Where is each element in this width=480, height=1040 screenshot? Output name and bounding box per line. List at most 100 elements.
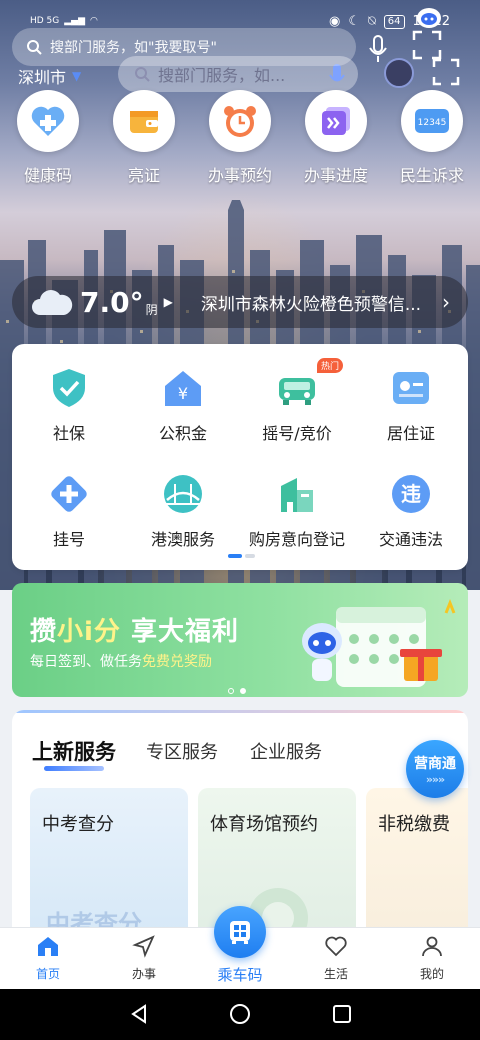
network-indicator: HD 5G [30,16,60,26]
service-label: 摇号/竞价 [262,424,332,443]
search-placeholder: 搜部门服务，如"我要取号" [50,40,217,56]
building-icon [281,478,313,512]
eye-icon: ◉ [328,14,341,29]
weather-alert-text: 深圳市森林火险橙色预警信... [200,294,422,315]
nav-label: 首页 [35,967,60,981]
service-traffic-violation[interactable]: 违 交通违法 [354,472,468,550]
banner-dot-active [240,688,246,694]
quick-label: 亮证 [127,166,160,185]
cloud-icon [32,290,73,315]
status-bar: HD 5G ▂▄▆ ◠ ◉ ☾ ⍉ 64 18:22 [0,0,480,30]
service-car-lottery[interactable]: 热门 摇号/竞价 [240,358,354,444]
assistant-robot-icon[interactable] [414,4,444,30]
service-grid-card: 社保 ¥ 公积金 热门 摇号/竞价 居住证 挂号 港澳服务 购房意向登记 违 交… [12,344,468,570]
quick-appointment[interactable]: 办事预约 [192,90,288,186]
banner-title: 攒小i分 享大福利 [30,617,239,647]
tab-enterprise-services[interactable]: 企业服务 [250,738,322,764]
search-icon [135,67,150,82]
nav-life[interactable]: 生活 [288,934,384,982]
chevron-down-icon: ▼ [72,69,82,83]
moon-icon: ☾ [348,14,360,29]
svg-text:¥: ¥ [178,384,188,403]
quick-label: 民生诉求 [399,166,464,185]
tile-non-tax-payment[interactable]: 非税缴费 [366,788,468,938]
quick-label: 办事进度 [303,166,368,185]
nav-label: 我的 [419,967,444,981]
violation-char: 违 [401,482,421,506]
tile-label: 体育场馆预约 [210,814,318,835]
service-label: 港澳服务 [150,530,215,549]
scan-code-icon[interactable] [412,30,442,60]
banner-pager [228,688,246,694]
send-icon [132,935,155,958]
business-service-badge[interactable]: 营商通 »»» [406,740,464,798]
signal-icon: ▂▄▆ [64,16,86,26]
tab-zone-services[interactable]: 专区服务 [146,738,218,764]
pager-dot-active [228,554,242,558]
voice-search-icon[interactable] [368,34,388,64]
home-icon [38,937,58,956]
tab-new-services[interactable]: 上新服务 [32,736,116,766]
nav-home[interactable]: 首页 [0,934,96,982]
clock-bear-icon [224,106,256,137]
scan-icon[interactable] [432,58,460,86]
calendar-mascot-illustration [302,598,456,687]
quick-progress[interactable]: 办事进度 [288,90,384,186]
ride-code-button[interactable] [214,906,266,958]
nav-mine[interactable]: 我的 [384,934,480,982]
bus-qr-icon [230,921,250,944]
recents-icon[interactable] [331,1003,353,1025]
pager-dot [245,554,255,558]
system-nav-bar [0,989,480,1040]
tab-underline [44,766,104,771]
service-label: 公积金 [158,424,207,443]
progress-icon [322,107,350,135]
chevron-right-icon: »»» [425,772,445,786]
quick-actions: 健康码 亮证 办事预约 办事进度 12345 民生诉求 [0,90,480,190]
nav-affairs[interactable]: 办事 [96,934,192,982]
hot-badge: 热门 [316,358,343,373]
service-registration[interactable]: 挂号 [12,472,126,550]
service-label: 社保 [52,424,85,443]
temperature: 7.0° [80,285,144,319]
car-icon [279,378,315,405]
ride-code-label[interactable]: 乘车码 [200,964,280,985]
nav-label: 办事 [131,967,156,981]
city-selector[interactable]: 深圳市 ▼ [18,64,81,88]
back-icon[interactable] [128,1003,150,1025]
service-social-security[interactable]: 社保 [12,366,126,444]
traffic-violation-icon: 违 [392,475,430,513]
home-circle-icon[interactable] [229,1003,251,1025]
weather-alert-bar[interactable]: 7.0° 阴 ▶ 深圳市森林火险橙色预警信... › [12,276,468,328]
shield-check-icon [53,369,85,407]
service-label: 购房意向登记 [248,530,345,549]
quick-appeal[interactable]: 12345 民生诉求 [384,90,480,186]
service-hk-macau[interactable]: 港澳服务 [126,472,240,550]
wifi-icon: ◠ [90,16,98,26]
housing-fund-icon: ¥ [165,371,201,406]
weather-condition: 阴 [145,302,158,317]
profile-icon [422,936,442,957]
search-bar[interactable]: 搜部门服务，如"我要取号" [12,28,356,66]
search-icon [27,40,42,55]
hotline-number: 12345 [418,118,447,128]
quick-health-code[interactable]: 健康码 [0,90,96,186]
tile-exam-score[interactable]: 中考查分 中考查分 [30,788,188,938]
avatar[interactable] [384,58,414,88]
service-label: 交通违法 [378,530,443,549]
heart-icon [325,936,347,957]
tile-label: 中考查分 [42,814,114,835]
nav-label: 生活 [323,967,348,981]
promo-banner[interactable]: 攒小i分 享大福利 每日签到、做任务免费兑奖励 [12,583,468,697]
mute-icon: ⍉ [367,14,376,29]
service-label: 挂号 [52,530,85,549]
quick-show-id[interactable]: 亮证 [96,90,192,186]
business-badge-label: 营商通 [414,755,456,772]
service-house-purchase[interactable]: 购房意向登记 [240,472,354,550]
service-pager [228,554,255,558]
mic-icon[interactable] [328,62,346,90]
bridge-globe-icon [164,475,202,513]
service-residence-permit[interactable]: 居住证 [354,366,468,444]
health-code-icon [31,106,65,136]
service-housing-fund[interactable]: ¥ 公积金 [126,366,240,444]
